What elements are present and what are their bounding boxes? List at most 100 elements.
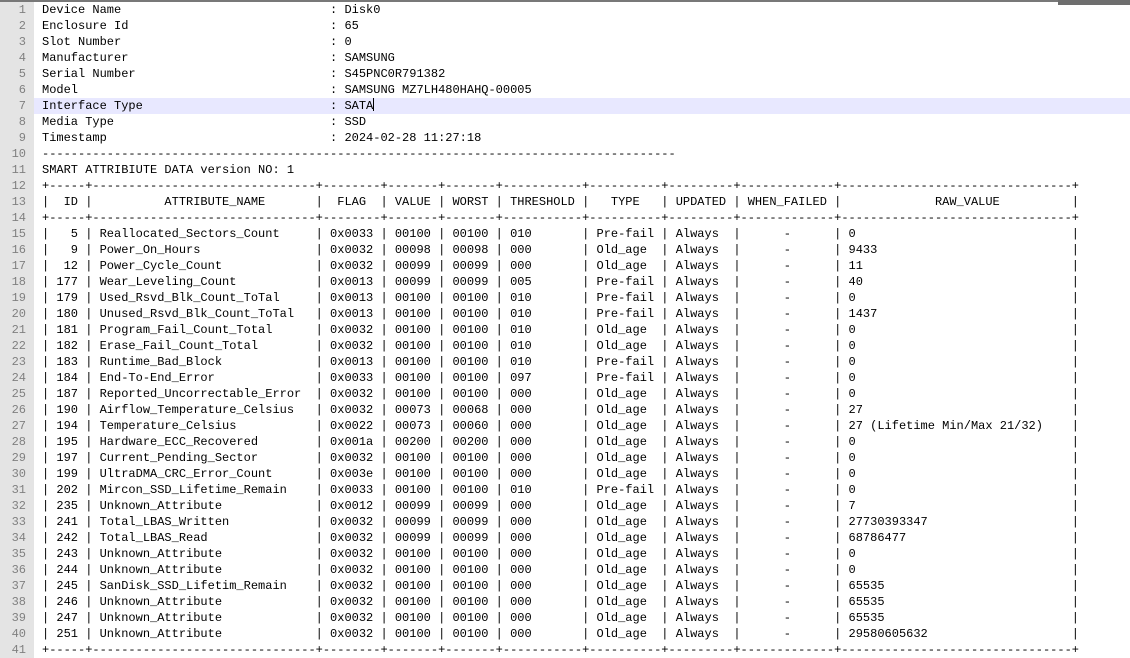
editor-line[interactable]: 5Serial Number : S45PNC0R791382 [0,66,1130,82]
line-text[interactable]: | 246 | Unknown_Attribute | 0x0032 | 001… [34,594,1130,610]
editor-line[interactable]: 35| 243 | Unknown_Attribute | 0x0032 | 0… [0,546,1130,562]
editor-line[interactable]: 20| 180 | Unused_Rsvd_Blk_Count_ToTal | … [0,306,1130,322]
editor-line[interactable]: 16| 9 | Power_On_Hours | 0x0032 | 00098 … [0,242,1130,258]
line-text[interactable]: Interface Type : SATA [34,98,1130,114]
editor-line[interactable]: 18| 177 | Wear_Leveling_Count | 0x0013 |… [0,274,1130,290]
line-number: 21 [0,322,34,338]
line-text[interactable]: SMART ATTRIBIUTE DATA version NO: 1 [34,162,1130,178]
line-text[interactable]: Enclosure Id : 65 [34,18,1130,34]
line-text[interactable]: | 184 | End-To-End_Error | 0x0033 | 0010… [34,370,1130,386]
editor-line[interactable]: 9Timestamp : 2024-02-28 11:27:18 [0,130,1130,146]
editor-line[interactable]: 30| 199 | UltraDMA_CRC_Error_Count | 0x0… [0,466,1130,482]
line-text[interactable]: | 187 | Reported_Uncorrectable_Error | 0… [34,386,1130,402]
line-number: 13 [0,194,34,210]
line-text[interactable]: | 199 | UltraDMA_CRC_Error_Count | 0x003… [34,466,1130,482]
line-text[interactable]: | 12 | Power_Cycle_Count | 0x0032 | 0009… [34,258,1130,274]
editor-line[interactable]: 19| 179 | Used_Rsvd_Blk_Count_ToTal | 0x… [0,290,1130,306]
line-text[interactable]: | 182 | Erase_Fail_Count_Total | 0x0032 … [34,338,1130,354]
editor-line[interactable]: 41+-----+-------------------------------… [0,642,1130,658]
editor-line[interactable]: 29| 197 | Current_Pending_Sector | 0x003… [0,450,1130,466]
line-text[interactable]: | 183 | Runtime_Bad_Block | 0x0013 | 001… [34,354,1130,370]
line-number: 6 [0,82,34,98]
line-number: 30 [0,466,34,482]
line-number: 14 [0,210,34,226]
line-text[interactable]: | 180 | Unused_Rsvd_Blk_Count_ToTal | 0x… [34,306,1130,322]
line-number: 18 [0,274,34,290]
editor-line[interactable]: 25| 187 | Reported_Uncorrectable_Error |… [0,386,1130,402]
line-number: 27 [0,418,34,434]
editor-line[interactable]: 1Device Name : Disk0 [0,2,1130,18]
line-text[interactable]: Manufacturer : SAMSUNG [34,50,1130,66]
editor-line[interactable]: 21| 181 | Program_Fail_Count_Total | 0x0… [0,322,1130,338]
line-text[interactable]: | 5 | Reallocated_Sectors_Count | 0x0033… [34,226,1130,242]
editor-line[interactable]: 33| 241 | Total_LBAS_Written | 0x0032 | … [0,514,1130,530]
editor-line[interactable]: 34| 242 | Total_LBAS_Read | 0x0032 | 000… [0,530,1130,546]
editor-line[interactable]: 11SMART ATTRIBIUTE DATA version NO: 1 [0,162,1130,178]
editor-line[interactable]: 40| 251 | Unknown_Attribute | 0x0032 | 0… [0,626,1130,642]
editor-line[interactable]: 14+-----+-------------------------------… [0,210,1130,226]
line-text[interactable]: | 179 | Used_Rsvd_Blk_Count_ToTal | 0x00… [34,290,1130,306]
line-text[interactable]: | 247 | Unknown_Attribute | 0x0032 | 001… [34,610,1130,626]
line-text[interactable]: | 243 | Unknown_Attribute | 0x0032 | 001… [34,546,1130,562]
line-number: 10 [0,146,34,162]
line-text[interactable]: | 177 | Wear_Leveling_Count | 0x0013 | 0… [34,274,1130,290]
editor-line[interactable]: 22| 182 | Erase_Fail_Count_Total | 0x003… [0,338,1130,354]
line-text[interactable]: | 241 | Total_LBAS_Written | 0x0032 | 00… [34,514,1130,530]
editor-line[interactable]: 38| 246 | Unknown_Attribute | 0x0032 | 0… [0,594,1130,610]
line-text[interactable]: Device Name : Disk0 [34,2,1130,18]
line-text[interactable]: ----------------------------------------… [34,146,1130,162]
editor-line[interactable]: 8Media Type : SSD [0,114,1130,130]
line-text[interactable]: | 181 | Program_Fail_Count_Total | 0x003… [34,322,1130,338]
line-text[interactable]: Media Type : SSD [34,114,1130,130]
editor-line[interactable]: 23| 183 | Runtime_Bad_Block | 0x0013 | 0… [0,354,1130,370]
line-text[interactable]: | 244 | Unknown_Attribute | 0x0032 | 001… [34,562,1130,578]
current-editor-line[interactable]: 7Interface Type : SATA [0,98,1130,114]
line-number: 16 [0,242,34,258]
line-text[interactable]: +-----+-------------------------------+-… [34,210,1130,226]
editor-line[interactable]: 13| ID | ATTRIBUTE_NAME | FLAG | VALUE |… [0,194,1130,210]
editor-line[interactable]: 2Enclosure Id : 65 [0,18,1130,34]
editor-line[interactable]: 6Model : SAMSUNG MZ7LH480HAHQ-00005 [0,82,1130,98]
line-text[interactable]: Serial Number : S45PNC0R791382 [34,66,1130,82]
editor-line[interactable]: 31| 202 | Mircon_SSD_Lifetime_Remain | 0… [0,482,1130,498]
editor-line[interactable]: 39| 247 | Unknown_Attribute | 0x0032 | 0… [0,610,1130,626]
editor-line[interactable]: 17| 12 | Power_Cycle_Count | 0x0032 | 00… [0,258,1130,274]
editor-line[interactable]: 36| 244 | Unknown_Attribute | 0x0032 | 0… [0,562,1130,578]
editor-surface[interactable]: 1Device Name : Disk02Enclosure Id : 653S… [0,2,1130,658]
editor-line[interactable]: 32| 235 | Unknown_Attribute | 0x0012 | 0… [0,498,1130,514]
line-text[interactable]: | 245 | SanDisk_SSD_Lifetim_Remain | 0x0… [34,578,1130,594]
editor-line[interactable]: 27| 194 | Temperature_Celsius | 0x0022 |… [0,418,1130,434]
line-text[interactable]: | 242 | Total_LBAS_Read | 0x0032 | 00099… [34,530,1130,546]
editor-line[interactable]: 10--------------------------------------… [0,146,1130,162]
editor-line[interactable]: 12+-----+-------------------------------… [0,178,1130,194]
line-text[interactable]: | 9 | Power_On_Hours | 0x0032 | 00098 | … [34,242,1130,258]
line-number: 25 [0,386,34,402]
line-text[interactable]: +-----+-------------------------------+-… [34,178,1130,194]
line-number: 31 [0,482,34,498]
line-text[interactable]: Slot Number : 0 [34,34,1130,50]
line-text[interactable]: | 190 | Airflow_Temperature_Celsius | 0x… [34,402,1130,418]
line-number: 5 [0,66,34,82]
editor-line[interactable]: 26| 190 | Airflow_Temperature_Celsius | … [0,402,1130,418]
line-text[interactable]: | 235 | Unknown_Attribute | 0x0012 | 000… [34,498,1130,514]
editor-line[interactable]: 4Manufacturer : SAMSUNG [0,50,1130,66]
editor-line[interactable]: 3Slot Number : 0 [0,34,1130,50]
line-text[interactable]: Timestamp : 2024-02-28 11:27:18 [34,130,1130,146]
editor-line[interactable]: 24| 184 | End-To-End_Error | 0x0033 | 00… [0,370,1130,386]
line-text[interactable]: Model : SAMSUNG MZ7LH480HAHQ-00005 [34,82,1130,98]
line-text[interactable]: | 194 | Temperature_Celsius | 0x0022 | 0… [34,418,1130,434]
text-editor-window[interactable]: 1Device Name : Disk02Enclosure Id : 653S… [0,0,1130,658]
line-text[interactable]: | 197 | Current_Pending_Sector | 0x0032 … [34,450,1130,466]
line-number: 33 [0,514,34,530]
editor-line[interactable]: 15| 5 | Reallocated_Sectors_Count | 0x00… [0,226,1130,242]
editor-line[interactable]: 37| 245 | SanDisk_SSD_Lifetim_Remain | 0… [0,578,1130,594]
line-number: 20 [0,306,34,322]
line-text[interactable]: | 251 | Unknown_Attribute | 0x0032 | 001… [34,626,1130,642]
line-text[interactable]: | 195 | Hardware_ECC_Recovered | 0x001a … [34,434,1130,450]
line-text[interactable]: +-----+-------------------------------+-… [34,642,1130,658]
editor-line[interactable]: 28| 195 | Hardware_ECC_Recovered | 0x001… [0,434,1130,450]
line-text[interactable]: | ID | ATTRIBUTE_NAME | FLAG | VALUE | W… [34,194,1130,210]
line-number: 26 [0,402,34,418]
line-number: 19 [0,290,34,306]
line-text[interactable]: | 202 | Mircon_SSD_Lifetime_Remain | 0x0… [34,482,1130,498]
